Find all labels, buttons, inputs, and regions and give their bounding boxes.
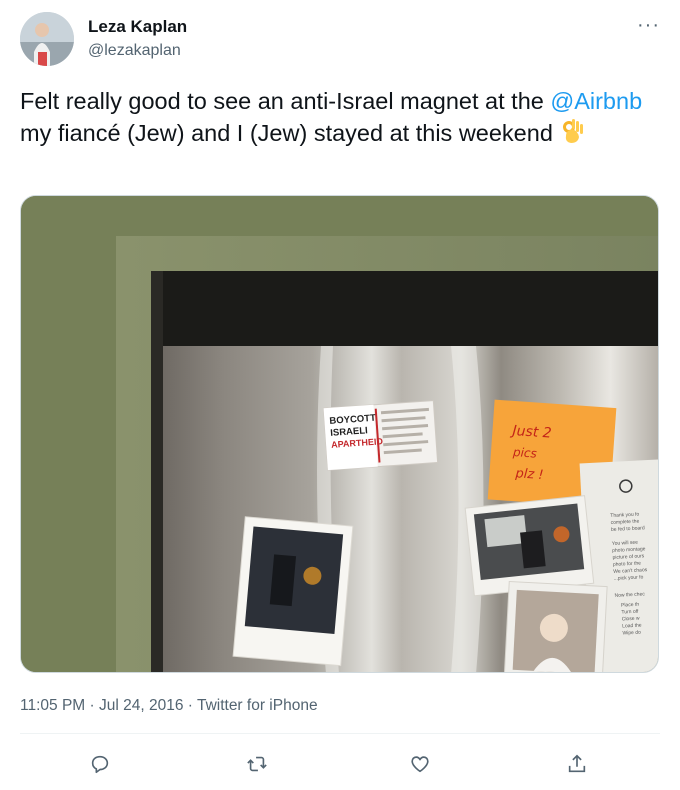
reply-button[interactable] (80, 744, 120, 784)
tweet-header: Leza Kaplan @lezakaplan ··· (20, 12, 660, 72)
fridge-photo: BOYCOTT ISRAELI APARTHEID Just 2 pics pl… (21, 196, 658, 672)
tweet-meta: 11:05 PM · Jul 24, 2016 · Twitter for iP… (20, 697, 318, 715)
note-line: Wipe do (622, 630, 641, 637)
tweet-source[interactable]: Twitter for iPhone (197, 697, 318, 714)
polaroid-bottom (502, 580, 608, 672)
note-line: Load the (622, 623, 642, 630)
retweet-icon (247, 756, 267, 772)
boycott-magnet: BOYCOTT ISRAELI APARTHEID (323, 400, 439, 471)
mention-link[interactable]: @Airbnb (550, 88, 642, 114)
more-dots-icon[interactable]: ··· (637, 14, 660, 37)
sticky-note-line: plz ! (514, 466, 544, 483)
share-icon (568, 754, 586, 773)
author-handle[interactable]: @lezakaplan (88, 42, 181, 60)
meta-separator: · (183, 697, 197, 714)
action-bar (20, 744, 660, 784)
retweet-button[interactable] (237, 744, 277, 784)
tweet-date[interactable]: Jul 24, 2016 (99, 697, 183, 714)
ok-hand-emoji-icon (559, 117, 587, 145)
note-line: Close w (622, 616, 640, 623)
tweet-text: Felt really good to see an anti-Israel m… (20, 86, 660, 149)
tweet-photo[interactable]: BOYCOTT ISRAELI APARTHEID Just 2 pics pl… (20, 195, 659, 673)
divider (20, 733, 660, 734)
note-line: Turn off (621, 609, 639, 616)
heart-icon (411, 756, 429, 773)
like-button[interactable] (400, 744, 440, 784)
share-button[interactable] (557, 744, 597, 784)
polaroid-middle (464, 495, 595, 597)
reply-icon (91, 755, 109, 774)
author-name[interactable]: Leza Kaplan (88, 17, 187, 37)
meta-separator: · (85, 697, 99, 714)
note-line: Place th (621, 602, 640, 609)
polaroid-left (232, 516, 354, 667)
tweet-text-part: Felt really good to see an anti-Israel m… (20, 88, 551, 114)
sticky-note-line: pics (512, 445, 538, 461)
avatar[interactable] (20, 12, 74, 66)
sticky-note-line: Just 2 (509, 423, 552, 442)
tweet-text-part: my fiancé (Jew) and I (Jew) stayed at th… (20, 120, 560, 146)
tweet-time[interactable]: 11:05 PM (20, 697, 85, 714)
